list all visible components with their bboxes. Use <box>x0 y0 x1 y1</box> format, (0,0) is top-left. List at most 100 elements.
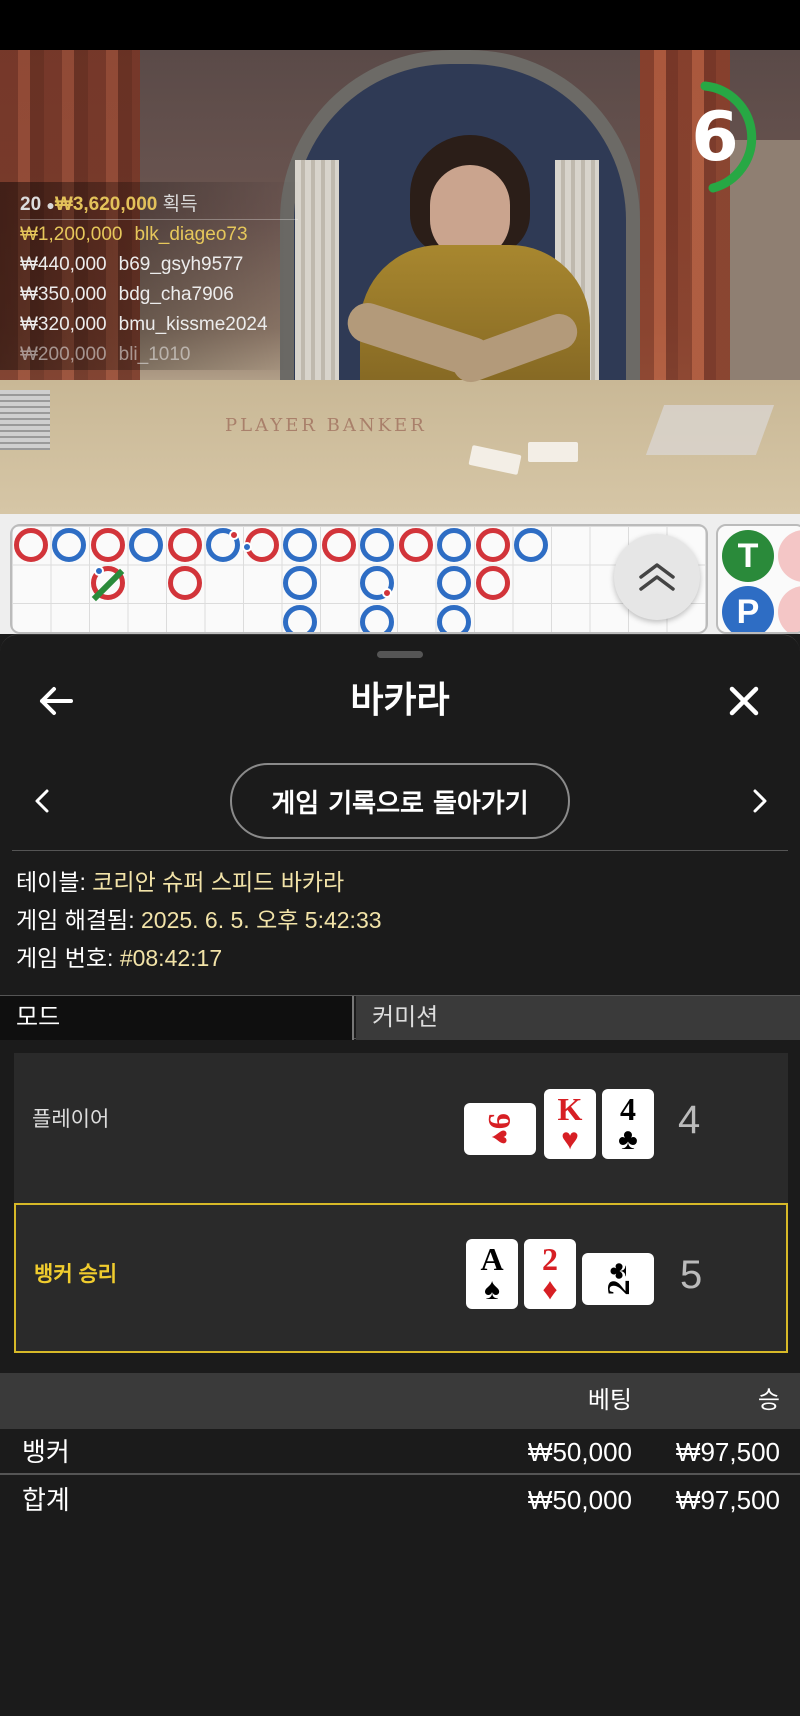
player-mark <box>437 528 471 562</box>
card-suit: ♥ <box>561 1123 579 1156</box>
player-mark <box>360 605 394 632</box>
tab-commission[interactable]: 커미션 <box>356 996 800 1040</box>
winners-label: 획득 <box>162 194 198 215</box>
banker-mark <box>168 566 202 600</box>
previous-game-button[interactable] <box>22 777 62 825</box>
win-column-header: 승 <box>757 1387 780 1414</box>
winner-row: ₩350,000 bdg_cha7906 <box>20 280 300 310</box>
game-number-info: 게임 번호: #08:42:17 <box>16 939 222 977</box>
banker-mark <box>399 528 433 562</box>
double-chevron-up-icon <box>639 563 675 591</box>
chevron-left-icon <box>35 789 49 813</box>
pillar-left <box>295 160 339 400</box>
playing-card: K ♥ <box>544 1089 596 1159</box>
banker-mark <box>476 566 510 600</box>
roadmap-strip: T P <box>0 514 800 634</box>
player-mark <box>514 528 548 562</box>
timer-value: 6 <box>691 98 739 177</box>
banker-pair-dot <box>229 530 239 540</box>
winner-user: bdg_cha7906 <box>118 284 234 305</box>
winner-row: ₩200,000 bli_1010 <box>20 340 300 370</box>
winner-row: ₩320,000 bmu_kissme2024 <box>20 310 300 340</box>
total-win: ₩97,500 <box>675 1485 780 1515</box>
player-mark <box>52 528 86 562</box>
close-icon <box>729 686 759 716</box>
winner-amount: ₩200,000 <box>20 344 107 365</box>
bead-road[interactable] <box>10 524 708 634</box>
next-game-button[interactable] <box>740 777 780 825</box>
tie-badge: T <box>722 530 774 582</box>
winner-row: ₩440,000 b69_gsyh9577 <box>20 250 300 280</box>
person-icon: ● <box>46 197 55 213</box>
table-print: PLAYER BANKER <box>225 415 427 436</box>
total-bet: ₩50,000 <box>527 1485 632 1515</box>
banker-badge-partial <box>778 530 800 582</box>
card-rank: A <box>480 1241 504 1277</box>
banker-mark <box>14 528 48 562</box>
playing-card: 4 ♣ <box>602 1089 654 1159</box>
game-number-value: #08:42:17 <box>119 945 223 971</box>
live-video: PLAYER BANKER 6 20 ●₩3,620,000 획득 ₩1,200… <box>0 50 800 514</box>
game-number-label: 게임 번호: <box>16 945 120 971</box>
winner-user: blk_diageo73 <box>134 224 248 245</box>
winner-amount: ₩320,000 <box>20 314 107 335</box>
banker-hand: 뱅커 승리 A ♠ 2 ♦ 2 ♣ 5 <box>14 1203 788 1353</box>
card-suit: ♣ <box>618 1123 638 1156</box>
player-mark <box>437 605 471 632</box>
winners-header: 20 ●₩3,620,000 획득 <box>20 190 298 220</box>
player-mark <box>283 605 317 632</box>
table-card <box>528 442 578 462</box>
card-suit: ♦ <box>542 1273 558 1306</box>
playing-card: 2 ♦ <box>524 1239 576 1309</box>
card-suit: ♥ <box>486 1129 515 1145</box>
total-label: 합계 <box>22 1485 70 1515</box>
banker-mark <box>476 528 510 562</box>
table-info-value: 코리안 슈퍼 스피드 바카라 <box>92 869 345 895</box>
player-hand: 플레이어 9 ♥ K ♥ 4 ♣ 4 <box>14 1053 788 1203</box>
table-info-label: 테이블: <box>16 869 93 895</box>
banker-badge-partial <box>778 586 800 632</box>
banker-mark <box>168 528 202 562</box>
player-mark <box>283 528 317 562</box>
card-shoe <box>645 405 775 455</box>
card-rank: 9 <box>482 1113 519 1130</box>
bet-row: 뱅커 ₩50,000 ₩97,500 <box>0 1429 800 1475</box>
chip-stack <box>0 390 50 450</box>
player-badge: P <box>722 586 774 632</box>
banker-pair-dot <box>382 588 392 598</box>
close-button[interactable] <box>718 675 770 727</box>
winners-panel: 20 ●₩3,620,000 획득 ₩1,200,000 blk_diageo73… <box>0 182 300 370</box>
total-row: 합계 ₩50,000 ₩97,500 <box>0 1477 800 1523</box>
bet-name: 뱅커 <box>22 1437 70 1467</box>
win-amount: ₩97,500 <box>675 1437 780 1467</box>
winner-amount: ₩1,200,000 <box>20 224 123 245</box>
resolved-info: 게임 해결됨: 2025. 6. 5. 오후 5:42:33 <box>16 901 382 939</box>
card-rank: 2 <box>542 1241 558 1277</box>
bets-header: 베팅 승 <box>0 1373 800 1429</box>
winner-user: bmu_kissme2024 <box>118 314 268 335</box>
player-score: 4 <box>678 1098 701 1142</box>
banker-mark <box>322 528 356 562</box>
winner-user: b69_gsyh9577 <box>118 254 244 275</box>
winners-total: ₩3,620,000 <box>54 194 158 215</box>
divider <box>12 850 788 851</box>
card-rank: K <box>557 1091 583 1127</box>
tab-mode[interactable]: 모드 <box>0 996 354 1040</box>
sheet-drag-handle[interactable] <box>377 651 423 658</box>
back-to-history-button[interactable]: 게임 기록으로 돌아가기 <box>230 763 570 839</box>
detail-tabs: 모드 커미션 <box>0 995 800 1040</box>
player-mark <box>437 566 471 600</box>
sheet-title: 바카라 <box>350 680 450 721</box>
player-mark <box>129 528 163 562</box>
card-suit: ♠ <box>484 1273 500 1306</box>
expand-button[interactable] <box>614 534 700 620</box>
status-bar <box>0 0 800 50</box>
table-info: 테이블: 코리안 슈퍼 스피드 바카라 <box>16 863 344 901</box>
chevron-right-icon <box>753 789 767 813</box>
winner-user: bli_1010 <box>118 344 191 365</box>
card-rank: 4 <box>620 1091 636 1127</box>
playing-card: A ♠ <box>466 1239 518 1309</box>
banker-label: 뱅커 승리 <box>34 1263 118 1286</box>
winner-amount: ₩440,000 <box>20 254 107 275</box>
game-detail-sheet: 바카라 게임 기록으로 돌아가기 테이블: 코리안 슈퍼 스피드 바카라 게임 … <box>0 634 800 1716</box>
